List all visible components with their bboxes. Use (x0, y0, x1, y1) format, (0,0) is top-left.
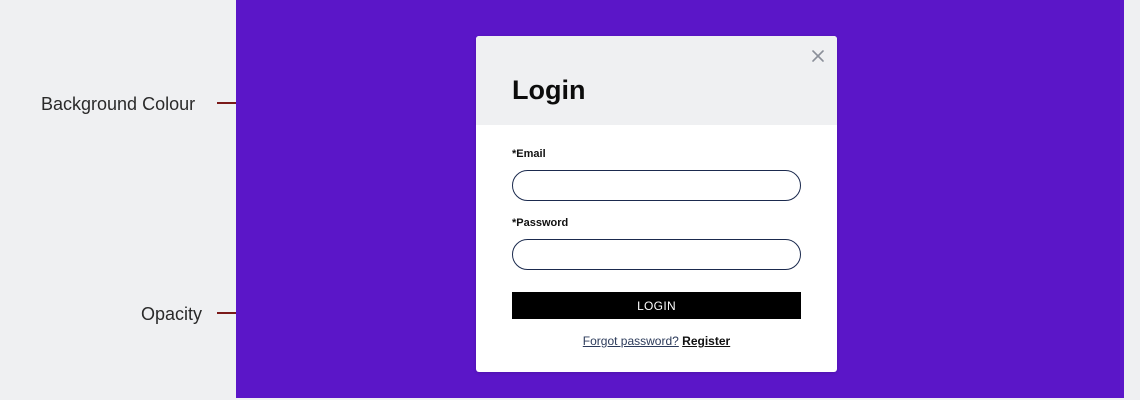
email-label: *Email (512, 148, 546, 160)
password-label: *Password (512, 217, 569, 229)
opacity-annotation: Opacity (141, 304, 203, 324)
close-icon[interactable] (808, 46, 828, 66)
background-colour-annotation: Background Colour (41, 94, 196, 114)
email-field[interactable] (512, 170, 801, 201)
register-link[interactable]: Register (682, 334, 730, 348)
auth-links: Forgot password? Register (476, 334, 837, 348)
login-button[interactable]: LOGIN (512, 292, 801, 319)
forgot-password-link[interactable]: Forgot password? (583, 334, 679, 348)
login-modal: Login *Email *Password LOGIN Forgot pass… (476, 36, 837, 372)
modal-header: Login (476, 36, 837, 125)
modal-title: Login (512, 75, 586, 105)
password-field[interactable] (512, 239, 801, 270)
